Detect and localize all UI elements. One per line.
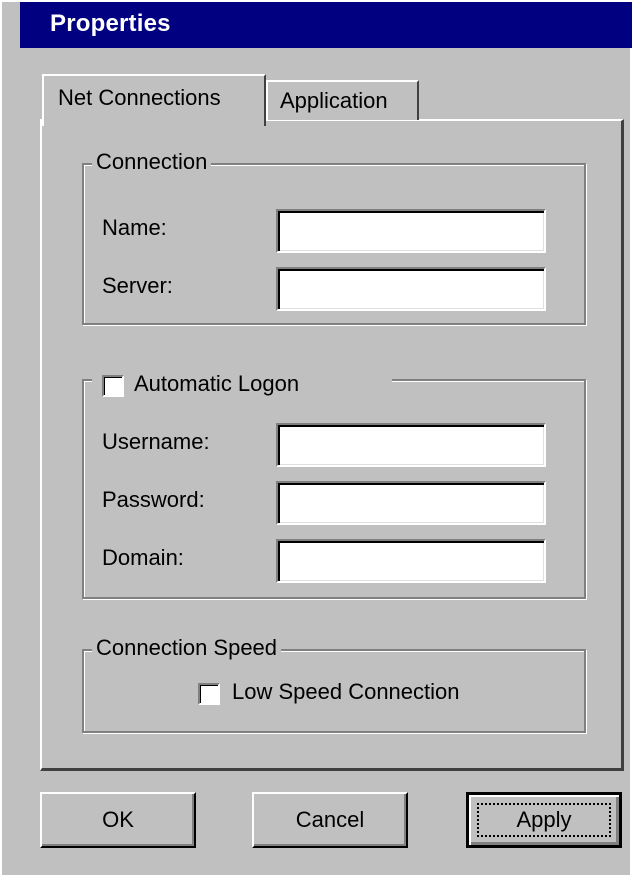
tab-application[interactable]: Application [266, 80, 419, 120]
automatic-logon-checkbox[interactable] [102, 375, 124, 397]
net-connections-panel: Connection Name: Server: Automatic Logon… [40, 119, 624, 771]
low-speed-connection-checkbox[interactable] [198, 683, 220, 705]
ok-button[interactable]: OK [40, 792, 196, 848]
apply-button-label: Apply [516, 807, 572, 832]
username-label: Username: [102, 429, 210, 454]
automatic-logon-label[interactable]: Automatic Logon [134, 371, 299, 397]
name-label: Name: [102, 215, 167, 240]
connection-group-legend: Connection [92, 149, 212, 175]
low-speed-connection-label[interactable]: Low Speed Connection [232, 679, 460, 705]
password-label: Password: [102, 487, 205, 512]
cancel-button[interactable]: Cancel [252, 792, 408, 848]
tab-net-connections[interactable]: Net Connections [42, 74, 266, 126]
server-label: Server: [102, 273, 173, 298]
ok-button-label: OK [102, 807, 134, 832]
tab-application-label: Application [280, 88, 388, 113]
domain-label: Domain: [102, 545, 184, 570]
apply-button[interactable]: Apply [466, 792, 622, 848]
domain-field[interactable] [276, 539, 546, 583]
dialog-title: Properties [50, 10, 171, 37]
name-field[interactable] [276, 209, 546, 253]
username-field[interactable] [276, 423, 546, 467]
properties-dialog: Properties Net Connections Application C… [0, 0, 632, 875]
title-bar[interactable]: Properties [20, 2, 632, 48]
server-field[interactable] [276, 267, 546, 311]
cancel-button-label: Cancel [295, 807, 365, 832]
connection-speed-legend: Connection Speed [92, 635, 282, 661]
password-field[interactable] [276, 481, 546, 525]
tab-net-connections-label: Net Connections [58, 85, 221, 110]
